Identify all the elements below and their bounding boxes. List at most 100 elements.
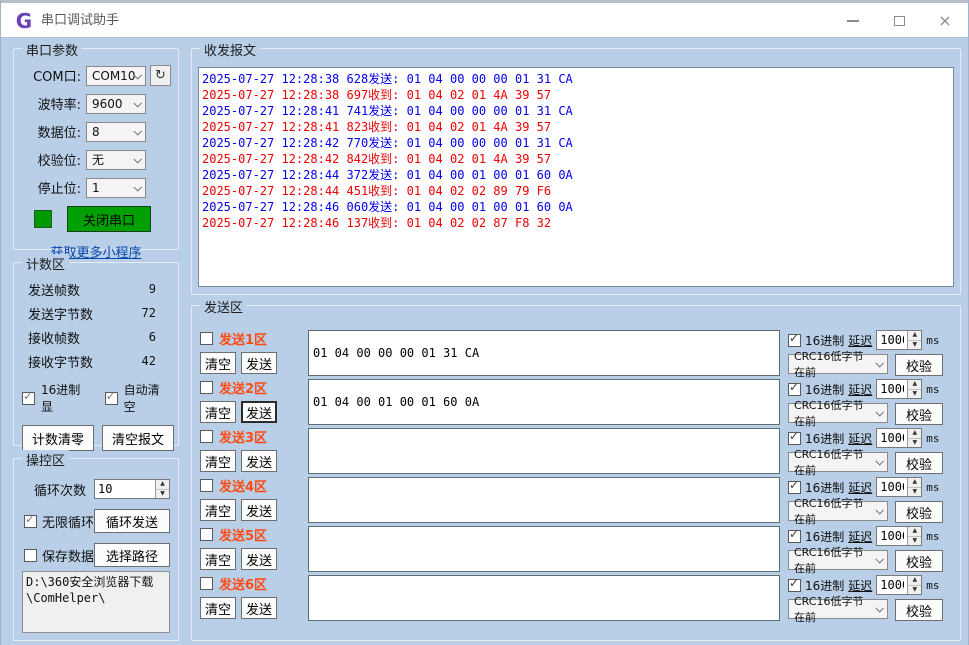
select-path-button[interactable]: 选择路径 [94,543,170,567]
spinner-arrows-icon[interactable]: ▲▼ [907,576,921,594]
row-hex-input[interactable] [308,575,780,621]
row-verify-button[interactable]: 校验 [895,354,943,376]
row-delay-stepper[interactable]: ▲▼ [876,526,922,546]
row-delay-stepper[interactable]: ▲▼ [876,575,922,595]
spinner-arrows-icon[interactable]: ▲▼ [907,331,921,349]
row-hex-checkbox[interactable]: ✓ [788,432,801,445]
send-row-checkbox[interactable]: ✓ [200,430,213,443]
chevron-down-icon [875,359,883,367]
com-port-row: COM口: COM10 ↻ [14,65,178,86]
row-crc-select[interactable]: CRC16低字节在前 [788,452,888,472]
send-row: ✓ 发送5区 清空 发送 ✓ 16进制 延迟 ▲▼ ms [200,526,954,572]
row-delay-input[interactable] [877,429,907,447]
row-delay-stepper[interactable]: ▲▼ [876,379,922,399]
com-port-select[interactable]: COM10 [86,66,146,86]
hex-display-label: 16进制显 [41,381,91,415]
row-send-button[interactable]: 发送 [241,499,277,521]
row-crc-select[interactable]: CRC16低字节在前 [788,550,888,570]
row-delay-input[interactable] [877,380,907,398]
row-ms-label: ms [926,334,939,347]
row-delay-input[interactable] [877,331,907,349]
row-verify-button[interactable]: 校验 [895,403,943,425]
row-hex-input[interactable] [308,526,780,572]
row-delay-label: 延迟 [848,577,872,594]
data-bits-label: 数据位: [14,122,86,141]
send-row-label: 发送6区 [219,574,267,593]
row-clear-button[interactable]: 清空 [200,352,236,374]
save-path-box[interactable]: D:\360安全浏览器下载\ComHelper\ [22,571,170,633]
row-send-button[interactable]: 发送 [241,597,277,619]
parity-select[interactable]: 无 [86,150,146,170]
row-hex-checkbox[interactable]: ✓ [788,334,801,347]
row-hex-checkbox[interactable]: ✓ [788,530,801,543]
spinner-arrows-icon[interactable]: ▲▼ [907,429,921,447]
row-send-button[interactable]: 发送 [241,548,277,570]
row-clear-button[interactable]: 清空 [200,499,236,521]
send-row-checkbox[interactable]: ✓ [200,479,213,492]
row-verify-button[interactable]: 校验 [895,550,943,572]
send-row-checkbox[interactable]: ✓ [200,332,213,345]
row-delay-stepper[interactable]: ▲▼ [876,477,922,497]
row-hex-input[interactable] [308,330,780,376]
refresh-icon: ↻ [155,68,166,83]
infinite-loop-checkbox[interactable]: ✓ [24,515,37,528]
row-clear-button[interactable]: 清空 [200,450,236,472]
spinner-arrows-icon[interactable]: ▲▼ [155,480,169,498]
baud-rate-select[interactable]: 9600 [86,94,146,114]
row-crc-value: CRC16低字节在前 [794,348,872,380]
row-hex-input[interactable] [308,428,780,474]
spinner-arrows-icon[interactable]: ▲▼ [907,478,921,496]
row-hex-label: 16进制 [805,430,844,447]
hex-display-checkbox[interactable]: ✓ [22,392,35,405]
loop-count-input[interactable] [95,480,155,498]
stop-bits-select[interactable]: 1 [86,178,146,198]
row-clear-button[interactable]: 清空 [200,548,236,570]
row-send-button[interactable]: 发送 [241,450,277,472]
loop-count-stepper[interactable]: ▲▼ [94,479,170,499]
serial-params-group: 串口参数 COM口: COM10 ↻ 波特率: 9600 数据位: [13,48,179,250]
parity-value: 无 [92,151,104,168]
row-delay-input[interactable] [877,478,907,496]
row-verify-button[interactable]: 校验 [895,599,943,621]
row-hex-label: 16进制 [805,528,844,545]
reset-counters-button[interactable]: 计数清零 [22,425,94,451]
row-delay-stepper[interactable]: ▲▼ [876,330,922,350]
row-verify-button[interactable]: 校验 [895,501,943,523]
refresh-ports-button[interactable]: ↻ [150,65,171,86]
send-row-checkbox[interactable]: ✓ [200,577,213,590]
send-row-checkbox[interactable]: ✓ [200,381,213,394]
row-send-button[interactable]: 发送 [241,352,277,374]
row-clear-button[interactable]: 清空 [200,597,236,619]
send-row-checkbox[interactable]: ✓ [200,528,213,541]
spinner-arrows-icon[interactable]: ▲▼ [907,380,921,398]
row-send-button[interactable]: 发送 [241,401,277,423]
log-entry: 2025-07-27 12:28:42 842收到: 01 04 02 01 4… [202,151,953,167]
row-delay-stepper[interactable]: ▲▼ [876,428,922,448]
row-hex-checkbox[interactable]: ✓ [788,481,801,494]
row-crc-select[interactable]: CRC16低字节在前 [788,403,888,423]
maximize-button[interactable] [876,3,922,38]
row-delay-input[interactable] [877,576,907,594]
row-crc-select[interactable]: CRC16低字节在前 [788,354,888,374]
save-data-checkbox[interactable]: ✓ [24,549,37,562]
row-crc-select[interactable]: CRC16低字节在前 [788,599,888,619]
message-log[interactable]: 2025-07-27 12:28:38 628发送: 01 04 00 00 0… [198,67,954,287]
data-bits-select[interactable]: 8 [86,122,146,142]
row-crc-select[interactable]: CRC16低字节在前 [788,501,888,521]
row-hex-checkbox[interactable]: ✓ [788,383,801,396]
close-button[interactable]: × [922,3,968,38]
close-port-button[interactable]: 关闭串口 [67,206,151,232]
content-area: 串口参数 COM口: COM10 ↻ 波特率: 9600 数据位: [1,38,968,645]
spinner-arrows-icon[interactable]: ▲▼ [907,527,921,545]
loop-send-button[interactable]: 循环发送 [94,509,170,533]
auto-clear-checkbox[interactable]: ✓ [105,392,118,405]
row-hex-input[interactable] [308,379,780,425]
log-group: 收发报文 2025-07-27 12:28:38 628发送: 01 04 00… [191,48,961,295]
row-hex-input[interactable] [308,477,780,523]
row-clear-button[interactable]: 清空 [200,401,236,423]
row-verify-button[interactable]: 校验 [895,452,943,474]
minimize-button[interactable] [830,3,876,38]
row-hex-checkbox[interactable]: ✓ [788,579,801,592]
row-delay-input[interactable] [877,527,907,545]
clear-log-button[interactable]: 清空报文 [102,425,174,451]
